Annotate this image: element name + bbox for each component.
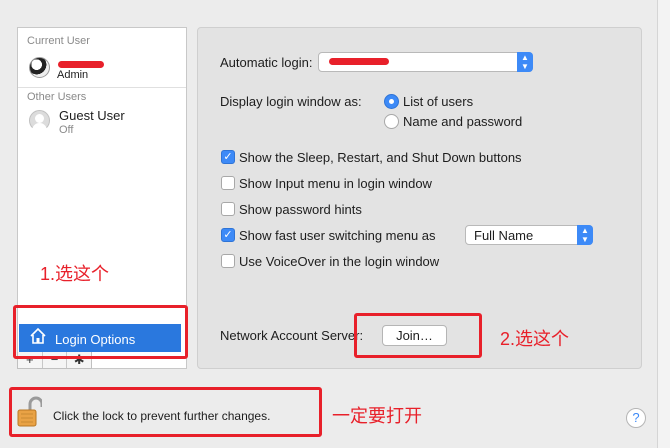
annotation-step2: 2.选这个: [500, 329, 570, 349]
checkbox-fast-user-switching-label: Show fast user switching menu as: [239, 228, 436, 243]
checkbox-show-sleep-restart[interactable]: ✓: [221, 150, 235, 164]
annotation-unlock: 一定要打开: [332, 406, 422, 426]
radio-name-and-password[interactable]: [384, 114, 399, 129]
radio-name-and-password-label: Name and password: [403, 114, 523, 129]
user-item-current[interactable]: Admin: [18, 55, 186, 87]
checkbox-voiceover[interactable]: [221, 254, 235, 268]
window-edge: [657, 0, 670, 448]
checkbox-voiceover-label: Use VoiceOver in the login window: [239, 254, 440, 269]
radio-list-of-users[interactable]: [384, 94, 399, 109]
checkbox-fast-user-switching[interactable]: ✓: [221, 228, 235, 242]
network-account-server-label: Network Account Server:: [220, 328, 364, 343]
radio-list-of-users-label: List of users: [403, 94, 474, 109]
checkbox-show-input-menu-label: Show Input menu in login window: [239, 176, 432, 191]
annotation-box-login-options: [13, 305, 188, 359]
current-user-role: Admin: [57, 69, 89, 81]
guest-avatar-icon: [29, 110, 50, 131]
fast-switching-value: Full Name: [474, 228, 534, 243]
annotation-step1: 1.选这个: [40, 264, 110, 284]
guest-user-name: Guest User: [59, 108, 125, 123]
checkbox-show-sleep-restart-label: Show the Sleep, Restart, and Shut Down b…: [239, 150, 522, 165]
guest-user-status: Off: [59, 124, 74, 136]
checkbox-show-input-menu[interactable]: [221, 176, 235, 190]
other-users-header: Other Users: [27, 91, 87, 103]
annotation-box-lock: [9, 387, 322, 437]
checkbox-show-password-hints-label: Show password hints: [239, 202, 362, 217]
redaction-mark: [329, 58, 389, 65]
redaction-mark: [58, 61, 104, 68]
popup-arrows-icon: ▲ ▼: [577, 225, 593, 245]
popup-arrows-icon: ▲ ▼: [517, 52, 533, 72]
user-item-guest[interactable]: Guest User Off: [18, 108, 186, 140]
current-user-header: Current User: [27, 35, 90, 47]
automatic-login-popup[interactable]: ▲ ▼: [318, 52, 533, 72]
display-login-label: Display login window as:: [220, 94, 362, 109]
annotation-box-join: [354, 313, 482, 358]
user-avatar-icon: [29, 57, 50, 78]
help-button[interactable]: ?: [626, 408, 646, 428]
fast-switching-popup[interactable]: Full Name ▲ ▼: [465, 225, 593, 245]
automatic-login-label: Automatic login:: [220, 55, 313, 70]
checkbox-show-password-hints[interactable]: [221, 202, 235, 216]
divider: [18, 87, 186, 88]
